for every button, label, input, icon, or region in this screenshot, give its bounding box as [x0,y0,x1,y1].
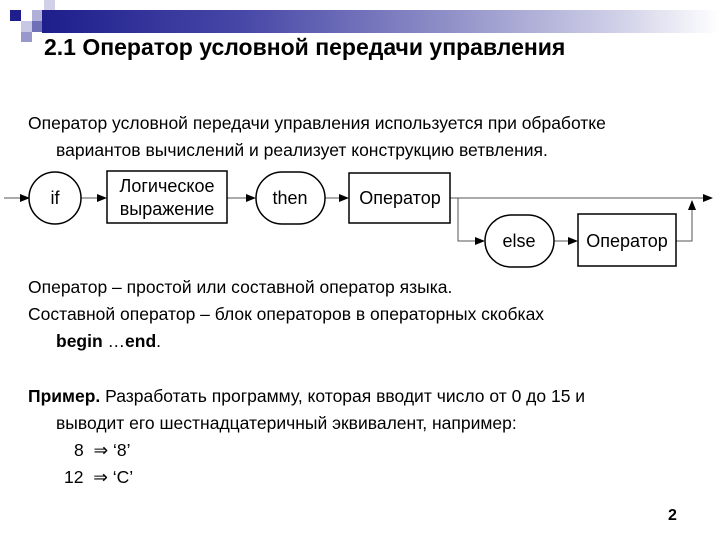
example-input: 8 [74,440,84,460]
deco-square [44,0,55,10]
node-then-label: then [272,188,307,208]
example-input: 12 [64,467,84,487]
example-output: ‘C’ [112,467,134,487]
node-operator1-label: Оператор [359,188,440,208]
page-number: 2 [668,507,677,524]
connector-arrow-return [676,200,696,242]
example-row: 12 ⇒ ‘C’ [28,464,585,491]
keyword-begin: begin [56,331,103,351]
keyword-end: end [125,331,157,351]
example-paragraph: Пример. Разработать программу, которая в… [28,383,585,491]
connector-arrow-else-branch [457,198,485,245]
deco-square [21,32,32,42]
example-row: 8 ⇒ ‘8’ [28,437,585,464]
example-text: Разработать программу, которая вводит чи… [100,386,586,406]
node-condition-label-1: Логическое [120,176,215,196]
node-else-label: else [502,231,535,251]
ellipsis: … [102,331,126,351]
intro-line-2: вариантов вычислений и реализует констру… [56,140,548,160]
definitions-paragraph: Оператор – простой или составной операто… [28,274,544,355]
deco-square [10,10,21,21]
intro-line-1: Оператор условной передачи управления ис… [28,113,606,133]
implies-arrow: ⇒ [93,440,109,460]
node-condition-label-2: выражение [120,199,215,219]
syntax-diagram: if Логическое выражение then Оператор el… [4,170,713,268]
definition-operator: Оператор – простой или составной операто… [28,277,453,297]
definition-compound: Составной оператор – блок операторов в о… [28,304,545,324]
node-operator2-label: Оператор [586,231,667,251]
begin-end-line: begin …end. [28,328,544,355]
example-line-2: выводит его шестнадцатеричный эквивалент… [56,413,517,433]
implies-arrow: ⇒ [93,467,108,487]
title-gradient-bar [42,10,720,33]
example-line-1: Пример. Разработать программу, которая в… [28,383,585,410]
deco-square [21,21,32,32]
dot: . [156,331,162,351]
slide-title: 2.1 Оператор условной передачи управлени… [44,34,566,60]
example-output: ‘8’ [113,440,131,460]
intro-paragraph: Оператор условной передачи управления ис… [28,110,606,164]
node-if-label: if [51,188,61,208]
example-label: Пример. [28,386,101,406]
